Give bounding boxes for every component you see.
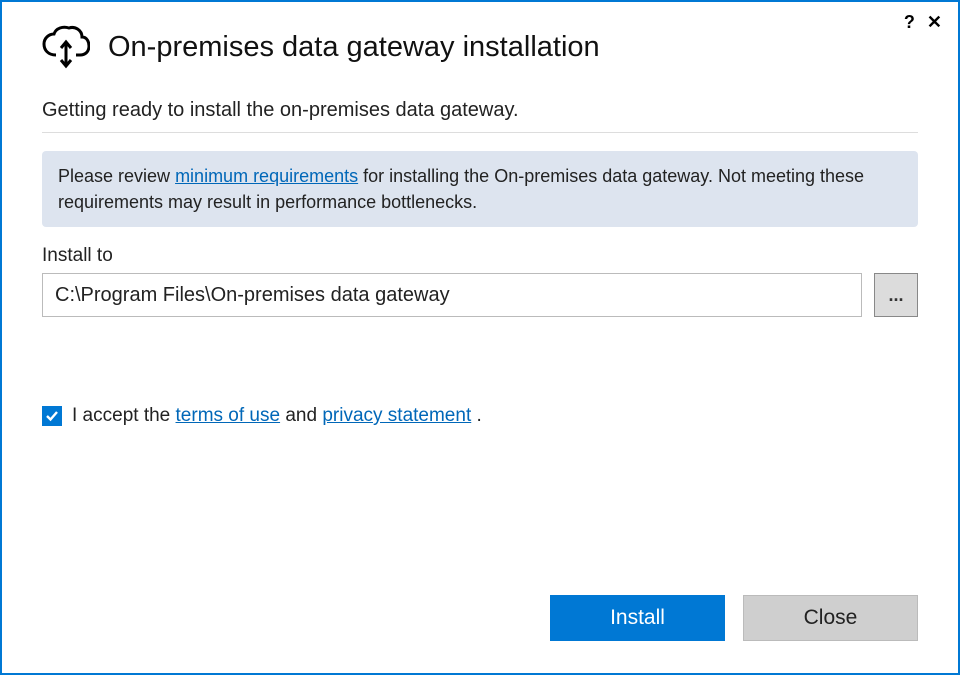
browse-button[interactable]: ... <box>874 273 918 317</box>
content-area: On-premises data gateway installation Ge… <box>2 33 958 595</box>
install-path-row: ... <box>42 273 918 317</box>
accept-terms-row: I accept the terms of use and privacy st… <box>42 405 918 427</box>
terms-of-use-link[interactable]: terms of use <box>176 405 281 426</box>
cloud-gateway-icon <box>42 25 90 69</box>
accept-checkbox[interactable] <box>42 406 62 426</box>
header: On-premises data gateway installation <box>42 25 918 69</box>
subtitle: Getting ready to install the on-premises… <box>42 99 918 122</box>
requirements-notice: Please review minimum requirements for i… <box>42 151 918 227</box>
notice-prefix: Please review <box>58 166 175 186</box>
accept-text: I accept the terms of use and privacy st… <box>72 405 482 427</box>
accept-mid: and <box>280 405 322 426</box>
page-title: On-premises data gateway installation <box>108 31 600 64</box>
install-to-label: Install to <box>42 245 918 267</box>
close-icon[interactable]: ✕ <box>927 12 942 33</box>
accept-prefix: I accept the <box>72 405 176 426</box>
minimum-requirements-link[interactable]: minimum requirements <box>175 166 358 186</box>
checkmark-icon <box>45 409 59 423</box>
accept-suffix: . <box>471 405 482 426</box>
install-button[interactable]: Install <box>550 595 725 641</box>
footer: Install Close <box>2 595 958 673</box>
install-path-input[interactable] <box>42 273 862 317</box>
privacy-statement-link[interactable]: privacy statement <box>322 405 471 426</box>
divider <box>42 132 918 133</box>
close-button[interactable]: Close <box>743 595 918 641</box>
installer-window: ? ✕ On-premises data gateway installatio… <box>0 0 960 675</box>
